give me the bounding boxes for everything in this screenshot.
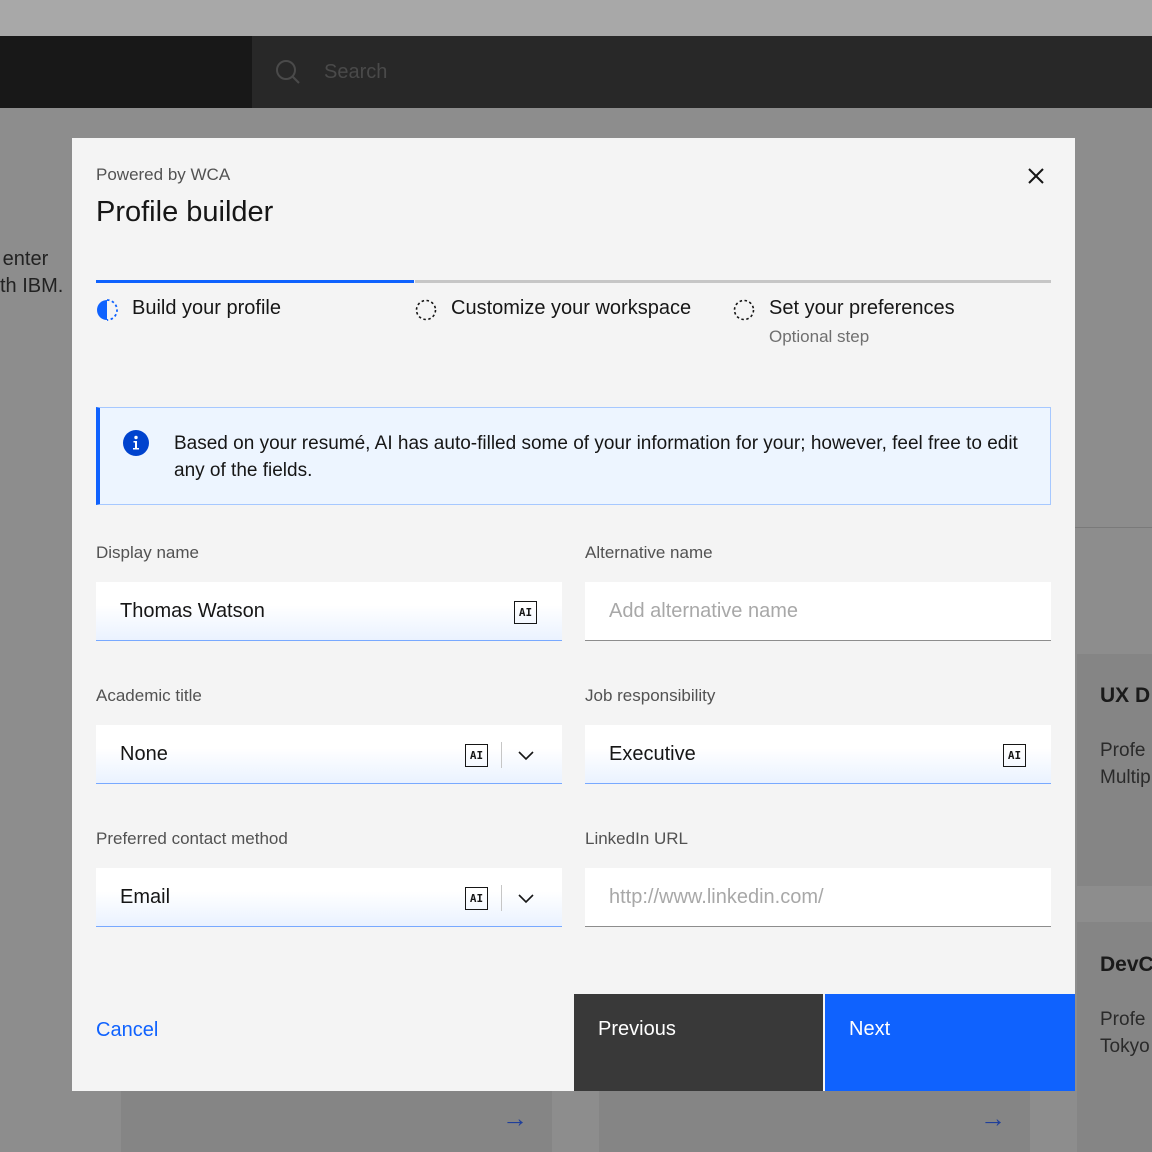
ai-label-icon[interactable]: AI — [465, 887, 488, 910]
background-text: d enter th IBM. — [0, 246, 63, 300]
previous-button[interactable]: Previous — [574, 994, 823, 1091]
next-button[interactable]: Next — [825, 994, 1075, 1091]
background-card-subtitle: Profe Multip — [1100, 737, 1151, 791]
contact-method-value[interactable] — [96, 868, 562, 926]
card-sub-line: Multip — [1100, 767, 1151, 788]
profile-builder-modal: Powered by WCA Profile builder Build you… — [72, 138, 1075, 1091]
app-header: Search — [0, 36, 1152, 108]
search-placeholder: Search — [324, 60, 388, 83]
background-tile[interactable] — [599, 1091, 1030, 1152]
field-label: Alternative name — [585, 543, 713, 562]
step-current-icon — [97, 299, 118, 321]
modal-eyebrow: Powered by WCA — [96, 165, 231, 184]
academic-title-field: Academic title AI — [96, 686, 562, 784]
alternative-name-field: Alternative name — [585, 543, 1051, 641]
background-card-title: DevC — [1100, 953, 1152, 976]
field-label: Academic title — [96, 686, 202, 705]
academic-title-value[interactable] — [96, 725, 562, 783]
search-icon — [276, 60, 300, 84]
cancel-button[interactable]: Cancel — [96, 1019, 158, 1042]
display-name-field: Display name AI — [96, 543, 562, 641]
info-notification: Based on your resumé, AI has auto-filled… — [96, 407, 1051, 505]
background-text-line: th IBM. — [0, 275, 64, 297]
card-sub-line: Tokyo — [1100, 1036, 1150, 1057]
field-label: Display name — [96, 543, 199, 562]
background-text-line: d enter — [2, 248, 49, 270]
header-brand-area — [0, 36, 252, 108]
contact-method-field: Preferred contact method AI — [96, 829, 562, 927]
arrow-right-icon[interactable]: → — [502, 1103, 528, 1134]
progress-bar-segment — [733, 280, 1051, 283]
alternative-name-input-wrapper — [585, 582, 1051, 641]
contact-method-select[interactable]: AI — [96, 868, 562, 927]
chevron-down-icon[interactable] — [516, 888, 536, 908]
job-responsibility-field: Job responsibility AI — [585, 686, 1051, 784]
step-label: Build your profile — [132, 297, 281, 319]
job-responsibility-input[interactable] — [585, 725, 1051, 783]
display-name-input-wrapper: AI — [96, 582, 562, 641]
select-divider — [501, 742, 502, 768]
background-card-subtitle: Profe Tokyo — [1100, 1006, 1150, 1060]
linkedin-url-field: LinkedIn URL — [585, 829, 1051, 927]
card-sub-line: Profe — [1100, 1009, 1146, 1030]
notification-text: Based on your resumé, AI has auto-filled… — [174, 433, 1018, 481]
info-icon — [123, 430, 149, 456]
step-incomplete-icon — [415, 299, 437, 321]
step-incomplete-icon — [733, 299, 755, 321]
background-tile[interactable] — [121, 1091, 552, 1152]
arrow-right-icon[interactable]: → — [980, 1103, 1006, 1134]
browser-top-strip — [0, 0, 1152, 36]
chevron-down-icon[interactable] — [516, 745, 536, 765]
ai-label-icon[interactable]: AI — [514, 601, 537, 624]
step-sublabel: Optional step — [769, 327, 870, 346]
progress-step-set-preferences[interactable]: Set your preferences Optional step — [733, 280, 1051, 360]
background-divider — [1075, 527, 1152, 528]
field-label: Job responsibility — [585, 686, 716, 705]
linkedin-url-input-wrapper — [585, 868, 1051, 927]
alternative-name-input[interactable] — [585, 582, 1051, 640]
academic-title-select[interactable]: AI — [96, 725, 562, 784]
step-label: Customize your workspace — [451, 297, 692, 319]
field-label: LinkedIn URL — [585, 829, 689, 848]
close-icon[interactable] — [1022, 162, 1050, 190]
linkedin-url-input[interactable] — [585, 868, 1051, 926]
job-responsibility-input-wrapper: AI — [585, 725, 1051, 784]
progress-bar-segment — [415, 280, 733, 283]
field-label: Preferred contact method — [96, 829, 288, 848]
display-name-input[interactable] — [96, 582, 562, 640]
header-search[interactable]: Search — [252, 36, 1152, 108]
progress-step-customize-workspace[interactable]: Customize your workspace — [415, 280, 733, 360]
background-card-title: UX D — [1100, 684, 1151, 707]
select-divider — [501, 885, 502, 911]
modal-title: Profile builder — [96, 196, 274, 228]
progress-step-build-profile[interactable]: Build your profile — [96, 280, 414, 360]
progress-bar-segment — [96, 280, 414, 283]
ai-label-icon[interactable]: AI — [1003, 744, 1026, 767]
ai-label-icon[interactable]: AI — [465, 744, 488, 767]
step-label: Set your preferences — [769, 297, 955, 319]
card-sub-line: Profe — [1100, 740, 1146, 761]
